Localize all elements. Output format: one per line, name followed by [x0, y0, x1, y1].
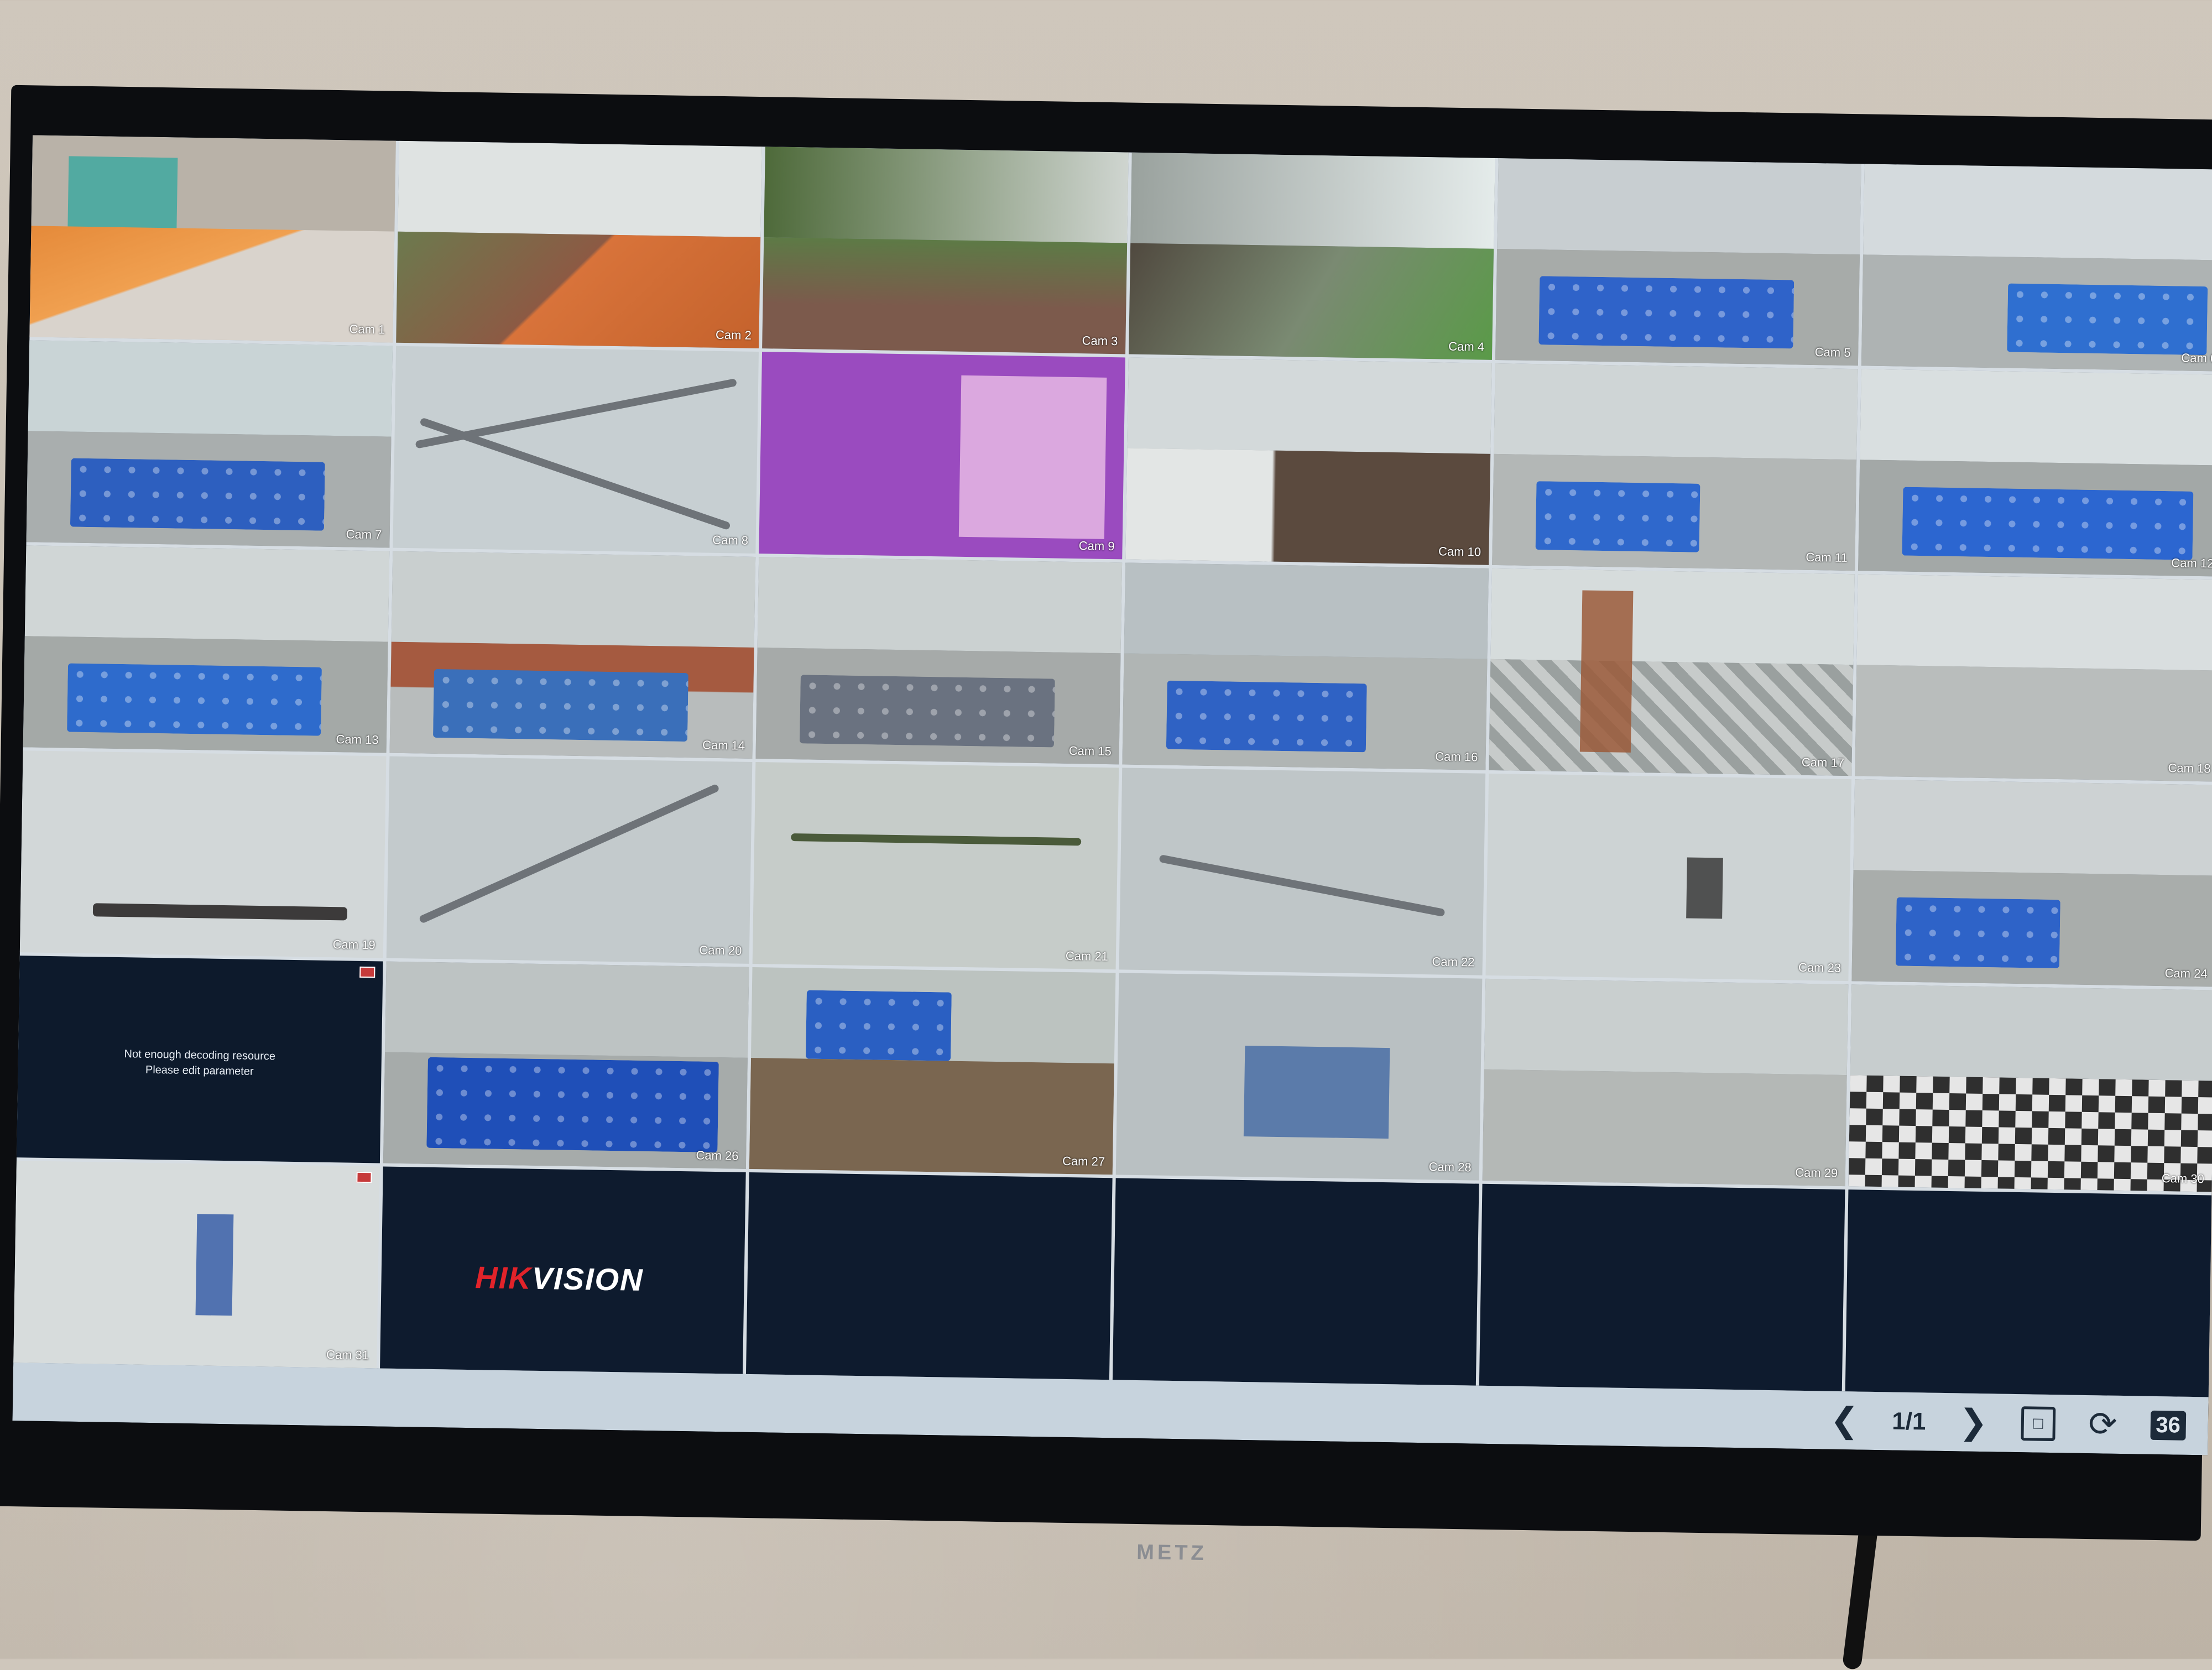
camera-label: Cam 4 [1448, 339, 1485, 354]
camera-tile-24[interactable]: Cam 24 [1851, 779, 2212, 987]
camera-tile-8[interactable]: Cam 8 [393, 346, 759, 554]
camera-label: Cam 9 [1078, 539, 1115, 554]
camera-tile-35[interactable] [1479, 1183, 1845, 1392]
camera-tile-18[interactable]: Cam 18 [1855, 574, 2212, 782]
camera-tile-5[interactable]: Cam 5 [1495, 158, 1861, 366]
camera-tile-21[interactable]: Cam 21 [752, 762, 1119, 970]
camera-tile-2[interactable]: Cam 2 [395, 140, 763, 349]
camera-label: Cam 5 [1814, 345, 1851, 360]
camera-tile-28[interactable]: Cam 28 [1115, 973, 1483, 1181]
camera-label: Cam 28 [1428, 1160, 1472, 1175]
camera-tile-27[interactable]: Cam 27 [749, 967, 1116, 1175]
camera-tile-20[interactable]: Cam 20 [386, 756, 753, 964]
refresh-icon[interactable]: ⟳ [2088, 1405, 2117, 1444]
camera-label: Cam 19 [332, 937, 375, 952]
chevron-right-icon[interactable]: ❯ [1959, 1403, 1988, 1442]
camera-tile-6[interactable]: Cam 6 [1861, 164, 2212, 372]
camera-label: Cam 22 [1432, 954, 1475, 969]
camera-label: Cam 23 [1798, 960, 1841, 975]
decoding-error-message: Not enough decoding resource Please edit… [124, 1047, 276, 1078]
record-flag-icon [359, 966, 375, 978]
camera-tile-23[interactable]: Cam 23 [1485, 773, 1852, 982]
camera-tile-36[interactable] [1845, 1189, 2212, 1397]
camera-label: Cam 26 [696, 1148, 739, 1163]
camera-label: Cam 21 [1065, 948, 1109, 964]
camera-label: Cam 16 [1435, 749, 1478, 764]
camera-tile-33[interactable] [746, 1172, 1113, 1380]
fullscreen-icon[interactable]: □ [2020, 1406, 2056, 1441]
camera-label: Cam 11 [1806, 550, 1848, 565]
camera-tile-1[interactable]: Cam 1 [29, 135, 396, 343]
hikvision-logo: HIKVISION [474, 1260, 644, 1297]
record-flag-icon [356, 1171, 372, 1183]
camera-label: Cam 20 [699, 943, 742, 958]
camera-label: Cam 17 [1801, 755, 1845, 770]
camera-tile-15[interactable]: Cam 15 [755, 557, 1123, 765]
camera-tile-4[interactable]: Cam 4 [1129, 152, 1495, 360]
camera-label: Cam 12 [2171, 556, 2212, 571]
camera-label: Cam 8 [712, 533, 749, 547]
camera-label: Cam 14 [702, 738, 745, 753]
camera-tile-7[interactable]: Cam 7 [26, 340, 393, 548]
camera-label: Cam 13 [336, 732, 379, 747]
camera-tile-3[interactable]: Cam 3 [762, 147, 1129, 354]
camera-tile-9[interactable]: Cam 9 [759, 352, 1125, 560]
camera-tile-14[interactable]: Cam 14 [389, 551, 756, 759]
camera-tile-30[interactable]: Cam 30 [1848, 984, 2212, 1192]
camera-tile-11[interactable]: Cam 11 [1491, 363, 1859, 571]
camera-tile-10[interactable]: Cam 10 [1125, 357, 1492, 565]
camera-label: Cam 18 [2168, 761, 2211, 776]
camera-label: Cam 30 [2161, 1171, 2205, 1186]
camera-label: Cam 24 [2164, 966, 2208, 981]
channel-count-button[interactable]: 36 [2150, 1410, 2187, 1441]
camera-label: Cam 2 [715, 327, 752, 342]
camera-label: Cam 7 [346, 527, 382, 542]
camera-tile-22[interactable]: Cam 22 [1119, 768, 1485, 975]
page-indicator: 1/1 [1891, 1407, 1926, 1435]
camera-tile-17[interactable]: Cam 17 [1488, 568, 1855, 776]
camera-grid: Cam 1 Cam 2 Cam 3 Cam 4 Cam 5 Cam 6 Cam … [13, 135, 2212, 1397]
camera-tile-34[interactable] [1112, 1178, 1479, 1386]
camera-label: Cam 31 [326, 1347, 369, 1363]
camera-tile-32[interactable]: HIKVISION [379, 1166, 747, 1374]
chevron-left-icon[interactable]: ❮ [1830, 1401, 1859, 1439]
camera-label: Cam 1 [349, 322, 385, 337]
camera-label: Cam 29 [1795, 1165, 1838, 1180]
camera-label: Cam 10 [1438, 544, 1481, 559]
camera-tile-29[interactable]: Cam 29 [1482, 978, 1849, 1187]
camera-label: Cam 3 [1082, 333, 1118, 348]
camera-tile-26[interactable]: Cam 26 [383, 961, 749, 1169]
camera-label: Cam 15 [1068, 743, 1112, 759]
camera-tile-25[interactable]: Not enough decoding resource Please edit… [16, 956, 383, 1163]
camera-tile-13[interactable]: Cam 13 [23, 545, 389, 753]
camera-label: Cam 27 [1062, 1154, 1105, 1169]
camera-tile-19[interactable]: Cam 19 [19, 750, 387, 958]
nvr-screen: Cam 1 Cam 2 Cam 3 Cam 4 Cam 5 Cam 6 Cam … [12, 135, 2212, 1455]
camera-label: Cam 6 [2181, 351, 2212, 366]
monitor-brand: METZ [1136, 1541, 1208, 1565]
camera-tile-12[interactable]: Cam 12 [1858, 369, 2212, 577]
camera-tile-31[interactable]: Cam 31 [13, 1161, 380, 1369]
camera-tile-16[interactable]: Cam 16 [1122, 562, 1489, 770]
monitor-bezel: Cam 1 Cam 2 Cam 3 Cam 4 Cam 5 Cam 6 Cam … [0, 85, 2212, 1565]
